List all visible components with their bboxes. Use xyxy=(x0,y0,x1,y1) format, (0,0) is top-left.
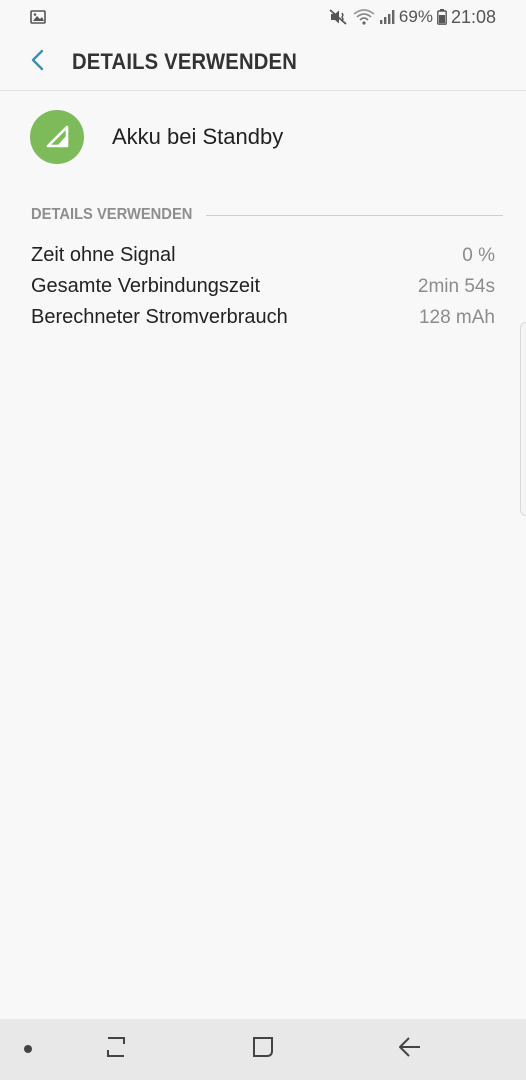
chevron-left-icon xyxy=(30,49,44,76)
detail-value: 0 % xyxy=(462,244,495,266)
detail-label: Zeit ohne Signal xyxy=(31,244,176,266)
signal-icon xyxy=(379,9,395,25)
home-icon xyxy=(251,1035,275,1064)
details-list: Zeit ohne Signal 0 % Gesamte Verbindungs… xyxy=(31,240,495,333)
app-name: Akku bei Standby xyxy=(112,124,284,149)
recent-apps-icon xyxy=(104,1036,128,1063)
navigation-bar xyxy=(0,1019,526,1080)
detail-label: Gesamte Verbindungszeit xyxy=(31,275,261,297)
image-notification-icon xyxy=(30,10,46,24)
list-item: Gesamte Verbindungszeit 2min 54s xyxy=(31,271,495,302)
nav-back-button[interactable] xyxy=(380,1019,440,1080)
details-section-header: DETAILS VERWENDEN xyxy=(31,203,503,227)
cell-standby-icon xyxy=(30,110,84,164)
list-item: Zeit ohne Signal 0 % xyxy=(31,240,495,271)
detail-label: Berechneter Stromverbrauch xyxy=(31,306,288,328)
recent-apps-button[interactable] xyxy=(86,1019,146,1080)
back-arrow-icon xyxy=(398,1036,422,1063)
section-title: DETAILS VERWENDEN xyxy=(31,206,193,223)
page-title: DETAILS VERWENDEN xyxy=(72,49,298,74)
wifi-icon xyxy=(353,9,375,25)
app-bar: DETAILS VERWENDEN xyxy=(0,34,526,91)
home-button[interactable] xyxy=(233,1019,293,1080)
dot-icon xyxy=(23,1041,33,1059)
nav-dot-button[interactable] xyxy=(12,1019,44,1080)
battery-icon xyxy=(437,9,447,25)
clock: 21:08 xyxy=(450,6,496,27)
app-summary-row: Akku bei Standby xyxy=(0,98,526,176)
edge-panel-handle[interactable] xyxy=(520,322,526,516)
detail-value: 128 mAh xyxy=(418,306,495,328)
list-item: Berechneter Stromverbrauch 128 mAh xyxy=(31,302,495,333)
back-button[interactable] xyxy=(14,39,60,85)
battery-percent: 69% xyxy=(398,7,433,26)
status-bar: 69% 21:08 xyxy=(0,0,526,34)
detail-value: 2min 54s xyxy=(417,275,495,297)
section-divider xyxy=(206,214,503,216)
mute-vibrate-icon xyxy=(329,9,349,25)
